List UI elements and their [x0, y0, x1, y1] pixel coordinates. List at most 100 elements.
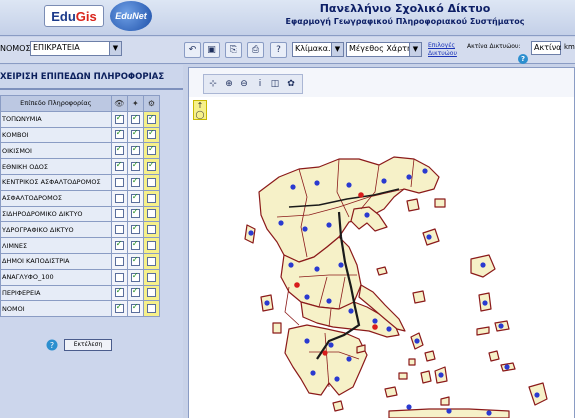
layer-checkbox-cell — [142, 126, 161, 144]
scale-select[interactable]: Κλίμακα... ▼ — [292, 42, 344, 57]
zoom-in-button[interactable]: ⊕ — [222, 77, 236, 91]
map-frame: ⊹ ⊕ ⊖ i ◫ ✿ ↑ ◯ — [188, 67, 575, 418]
layer-label-checkbox[interactable] — [146, 209, 156, 219]
map-region-peloponnese — [284, 324, 368, 396]
nomos-select[interactable]: ΕΠΙΚΡΑΤΕΙΑ ▼ — [30, 41, 122, 56]
layer-name: ΔΗΜΟΙ ΚΑΠΟΔΙΣΤΡΙΑ — [0, 252, 112, 270]
layer-visible-checkbox[interactable] — [114, 256, 124, 266]
map-canvas[interactable]: ↑ ◯ — [189, 97, 574, 418]
map-island-aegina — [356, 344, 366, 354]
layer-visible-checkbox[interactable] — [114, 177, 124, 187]
layer-selectable-checkbox[interactable] — [130, 207, 140, 219]
radius-input[interactable]: Ακτίνα — [531, 41, 561, 55]
zoom-full-extent-button[interactable]: ⊹ — [206, 77, 220, 91]
network-options-link[interactable]: Επιλογές Δικτυώου — [428, 42, 457, 58]
map-size-select[interactable]: Μέγεθος Χάρτη ▼ — [346, 42, 422, 57]
layer-visible-checkbox[interactable] — [114, 128, 124, 140]
network-options-link-line2: Δικτυώου — [428, 50, 457, 57]
print-icon: ⎙ — [251, 45, 260, 55]
layer-label-checkbox[interactable] — [146, 225, 156, 235]
layers-panel-title: ΧΕΙΡΙΣΗ ΕΠΙΠΕΔΩΝ ΠΛΗΡΟΦΟΡΙΑΣ — [0, 72, 165, 82]
layer-checkbox-cell — [110, 126, 128, 144]
print-button[interactable]: ⎙ — [247, 42, 264, 58]
layer-checkbox-cell — [142, 173, 161, 191]
save-button[interactable]: ▣ — [203, 42, 220, 58]
layer-selectable-checkbox[interactable] — [130, 223, 140, 235]
zoom-out-button[interactable]: ⊖ — [237, 77, 251, 91]
layer-selectable-checkbox[interactable] — [130, 113, 140, 124]
layer-row: ΑΣΦΑΛΤΟΔΡΟΜΟΣ — [0, 189, 161, 207]
layer-visible-checkbox[interactable] — [114, 286, 124, 298]
layer-checkbox-cell — [126, 126, 144, 144]
layer-row: ΣΙΔΗΡΟΔΡΟΜΙΚΟ ΔΙΚΤΥΟ — [0, 205, 161, 223]
layer-checkbox-cell — [126, 237, 144, 254]
layer-selectable-checkbox[interactable] — [130, 302, 140, 314]
layers-table-body: ΤΟΠΩΝΥΜΙΑΚΟΜΒΟΙΟΙΚΙΣΜΟΙΕΘΝΙΚΗ ΟΔΟΣΚΕΝΤΡΙ… — [0, 110, 161, 318]
layer-label-checkbox[interactable] — [146, 113, 156, 124]
network-options-link-line1: Επιλογές — [428, 42, 455, 49]
nomos-select-value: ΕΠΙΚΡΑΤΕΙΑ — [33, 43, 80, 52]
execute-help-icon[interactable]: ? — [46, 336, 58, 351]
radius-help-icon[interactable]: ? — [518, 54, 528, 64]
export-button[interactable]: ⎘ — [225, 42, 242, 58]
info-icon: i — [258, 79, 262, 89]
layer-checkbox-cell — [110, 252, 128, 270]
layer-checkbox-cell — [110, 300, 128, 318]
map-island-skiathos — [376, 266, 388, 276]
layer-checkbox-cell — [126, 221, 144, 239]
layer-row: ΚΟΜΒΟΙ — [0, 126, 161, 144]
layer-visible-checkbox[interactable] — [114, 113, 124, 124]
layer-name: ΛΙΜΝΕΣ — [0, 237, 112, 254]
map-island-zakynthos — [272, 322, 282, 334]
back-button[interactable]: ↶ — [184, 42, 201, 58]
layer-name: ΠΕΡΙΦΕΡΕΙΑ — [0, 284, 112, 302]
layer-selectable-checkbox[interactable] — [130, 286, 140, 298]
app-header: Edu Gis EduNet Πανελλήνιο Σχολικό Δίκτυο … — [0, 0, 575, 36]
layer-checkbox-cell — [126, 284, 144, 302]
help-button[interactable]: ? — [270, 42, 287, 58]
execute-button[interactable]: Εκτέλεση — [64, 339, 112, 351]
map-island-santorini — [440, 396, 450, 406]
layer-visible-checkbox[interactable] — [114, 272, 124, 282]
layer-checkbox-cell — [142, 142, 161, 160]
layer-label-checkbox[interactable] — [146, 144, 156, 156]
svg-text:?: ? — [50, 341, 54, 350]
layer-visible-checkbox[interactable] — [114, 144, 124, 156]
layer-label-checkbox[interactable] — [146, 128, 156, 140]
layer-label-checkbox[interactable] — [146, 177, 156, 187]
layer-selectable-checkbox[interactable] — [130, 128, 140, 140]
layer-visible-checkbox[interactable] — [114, 239, 124, 251]
select-column-header: ✦ — [126, 95, 144, 112]
layer-label-checkbox[interactable] — [146, 272, 156, 282]
layer-name: ΣΙΔΗΡΟΔΡΟΜΙΚΟ ΔΙΚΤΥΟ — [0, 205, 112, 223]
layer-selectable-checkbox[interactable] — [130, 271, 140, 282]
layer-label-checkbox[interactable] — [146, 288, 156, 298]
layer-label-checkbox[interactable] — [146, 193, 156, 203]
layer-visible-checkbox[interactable] — [114, 160, 124, 172]
layer-name: ΚΕΝΤΡΙΚΟΣ ΑΣΦΑΛΤΟΔΡΟΜΟΣ — [0, 173, 112, 191]
layer-selectable-checkbox[interactable] — [130, 160, 140, 172]
save-icon: ▣ — [207, 45, 216, 55]
info-button[interactable]: i — [253, 77, 267, 91]
layer-selectable-checkbox[interactable] — [130, 176, 140, 187]
layer-visible-checkbox[interactable] — [114, 193, 124, 203]
layer-checkbox-cell — [142, 252, 161, 270]
layer-checkbox-cell — [110, 189, 128, 207]
layer-visible-checkbox[interactable] — [114, 225, 124, 235]
layer-label-checkbox[interactable] — [146, 160, 156, 172]
layer-selectable-checkbox[interactable] — [130, 239, 140, 251]
label-column-header: ⚙ — [142, 95, 161, 112]
layer-selectable-checkbox[interactable] — [130, 192, 140, 203]
layer-visible-checkbox[interactable] — [114, 302, 124, 314]
measure-button[interactable]: ◫ — [268, 77, 282, 91]
scale-select-value: Κλίμακα... — [295, 44, 336, 53]
layer-selectable-checkbox[interactable] — [130, 255, 140, 266]
layer-label-checkbox[interactable] — [146, 304, 156, 314]
pan-button[interactable]: ✿ — [284, 77, 298, 91]
layer-checkbox-cell — [142, 300, 161, 318]
layer-label-checkbox[interactable] — [146, 241, 156, 251]
layer-visible-checkbox[interactable] — [114, 209, 124, 219]
layer-selectable-checkbox[interactable] — [130, 144, 140, 156]
layer-label-checkbox[interactable] — [146, 256, 156, 266]
layer-checkbox-cell — [110, 110, 128, 128]
